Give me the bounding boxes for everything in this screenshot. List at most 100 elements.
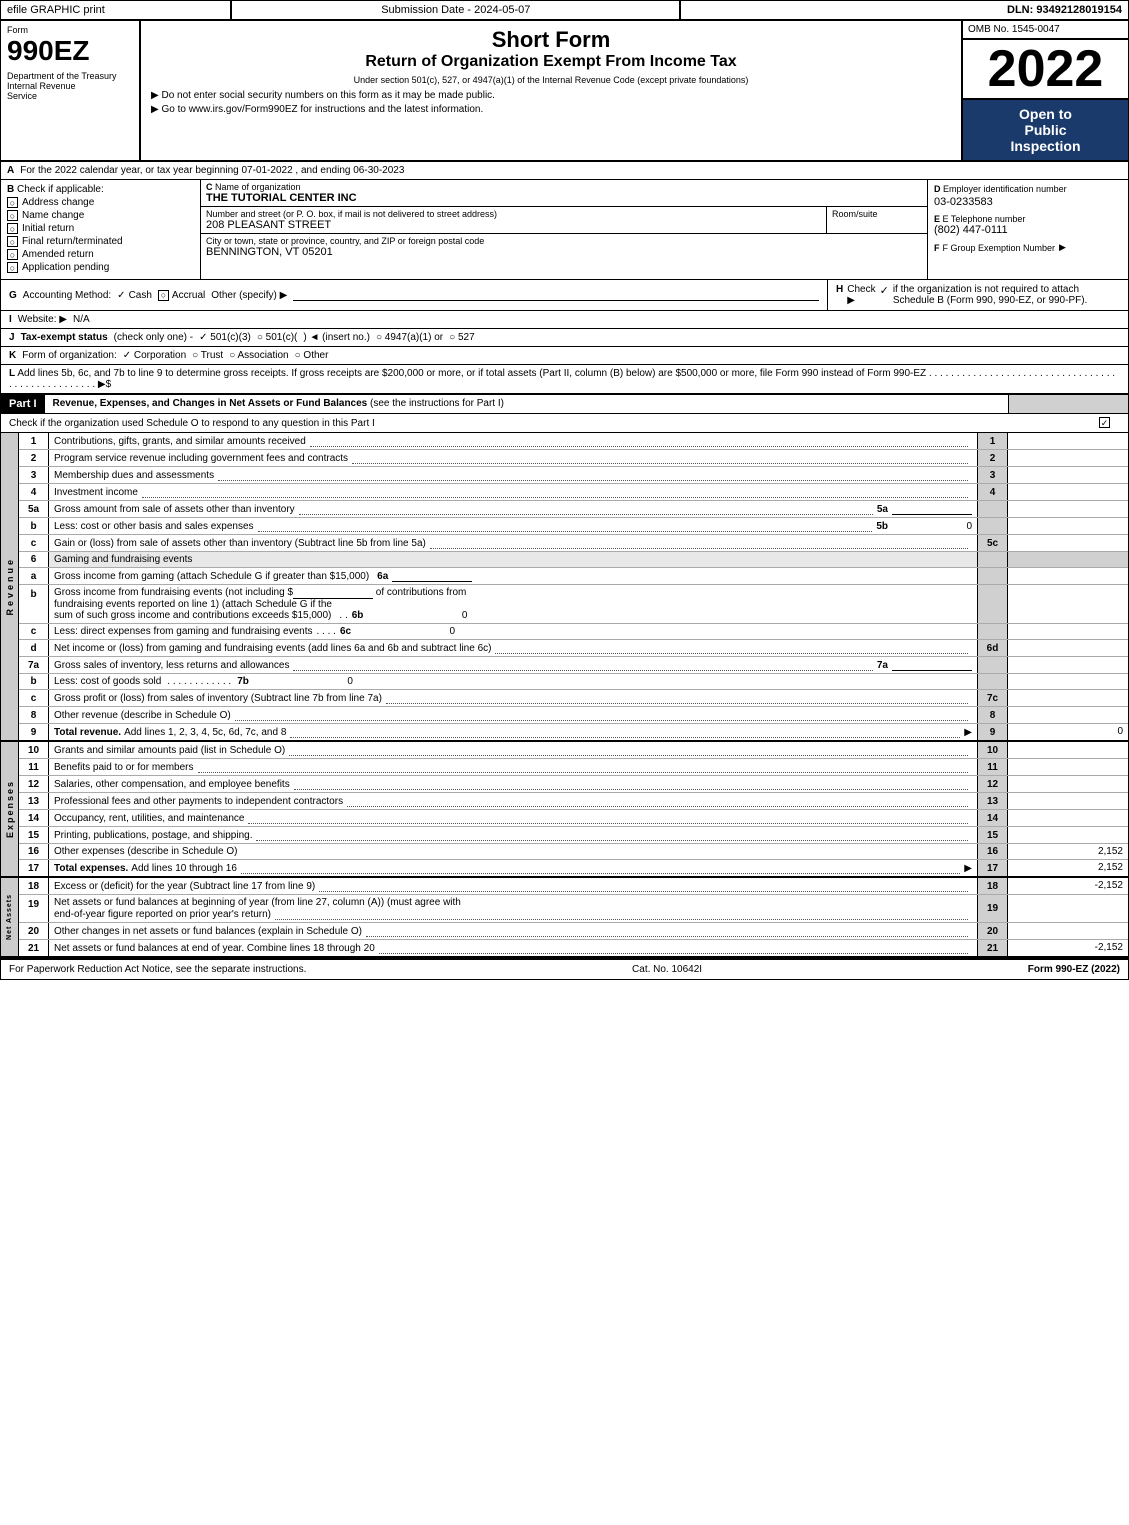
row2-linenum: 2 — [978, 450, 1008, 466]
submission-date: Submission Date - 2024-05-07 — [232, 1, 681, 19]
row1-value — [1008, 433, 1128, 449]
row1-desc: Contributions, gifts, grants, and simila… — [54, 436, 306, 447]
table-row: d Net income or (loss) from gaming and f… — [19, 640, 1128, 657]
row5b-inline-value: 0 — [892, 521, 972, 532]
table-row: 11 Benefits paid to or for members 11 — [19, 759, 1128, 776]
assoc-checkbox[interactable]: ○ Association — [229, 350, 288, 361]
row7c-linenum: 7c — [978, 690, 1008, 706]
org-name: THE TUTORIAL CENTER INC — [206, 192, 922, 204]
row9-linenum: 9 — [978, 724, 1008, 740]
row5c-linenum: 5c — [978, 535, 1008, 551]
table-row: b Gross income from fundraising events (… — [19, 585, 1128, 624]
group-exempt-arrow: ▶ — [1059, 242, 1066, 253]
table-row: 9 Total revenue. Add lines 1, 2, 3, 4, 5… — [19, 724, 1128, 740]
website-value: N/A — [73, 314, 90, 325]
table-row: 15 Printing, publications, postage, and … — [19, 827, 1128, 844]
table-row: 8 Other revenue (describe in Schedule O)… — [19, 707, 1128, 724]
row5a-shaded — [978, 501, 1008, 517]
table-row: a Gross income from gaming (attach Sched… — [19, 568, 1128, 585]
row2-value — [1008, 450, 1128, 466]
final-return-check[interactable]: ○ Final return/terminated — [7, 236, 194, 247]
dln: DLN: 93492128019154 — [681, 1, 1128, 19]
other-checkbox[interactable]: ○ Other — [295, 350, 329, 361]
department-label: Department of the Treasury — [7, 71, 133, 81]
short-form-title: Short Form — [151, 27, 951, 53]
tax-status-label: Tax-exempt status — [21, 332, 108, 343]
row4-desc: Investment income — [54, 487, 138, 498]
section-l-label: L — [9, 368, 15, 379]
row6d-desc: Net income or (loss) from gaming and fun… — [54, 643, 491, 654]
revenue-side-label: Revenue — [1, 433, 19, 740]
row20-value — [1008, 923, 1128, 939]
accrual-label: Accrual — [172, 290, 205, 301]
corp-checkbox[interactable]: ✓ Corporation — [123, 350, 186, 361]
table-row: c Gain or (loss) from sale of assets oth… — [19, 535, 1128, 552]
row18-value: -2,152 — [1008, 878, 1128, 894]
row5b-value-empty — [1008, 518, 1128, 534]
table-row: 5a Gross amount from sale of assets othe… — [19, 501, 1128, 518]
year-label: 2022 — [988, 40, 1104, 98]
amended-return-check[interactable]: ○ Amended return — [7, 249, 194, 260]
row4-value — [1008, 484, 1128, 500]
table-row: 16 Other expenses (describe in Schedule … — [19, 844, 1128, 860]
row11-value — [1008, 759, 1128, 775]
tax-4947[interactable]: ○ 4947(a)(1) or — [376, 332, 443, 343]
row6a-shaded — [978, 568, 1008, 584]
cash-label: Cash — [129, 290, 152, 301]
application-pending-check[interactable]: ○ Application pending — [7, 262, 194, 273]
row6a-desc: Gross income from gaming (attach Schedul… — [54, 571, 369, 582]
h-checkmark: ✓ — [880, 284, 889, 297]
row7a-shaded — [978, 657, 1008, 673]
table-row: b Less: cost of goods sold . . . . . . .… — [19, 674, 1128, 690]
trust-checkbox[interactable]: ○ Trust — [192, 350, 223, 361]
row3-value — [1008, 467, 1128, 483]
row7a-desc: Gross sales of inventory, less returns a… — [54, 660, 289, 671]
schedule-o-checkbox[interactable]: ✓ — [1099, 417, 1110, 429]
part-i-spacer — [1008, 395, 1128, 413]
table-row: 20 Other changes in net assets or fund b… — [19, 923, 1128, 940]
section-a-label: A — [7, 165, 14, 176]
tax-527[interactable]: ○ 527 — [449, 332, 475, 343]
row6-desc: Gaming and fundraising events — [49, 552, 978, 567]
paperwork-label: For Paperwork Reduction Act Notice, see … — [9, 964, 306, 975]
address-change-check[interactable]: ○ Address change — [7, 197, 194, 208]
row6c-value: 0 — [355, 626, 455, 637]
phone-label: E Telephone number — [943, 214, 1026, 224]
row9-desc: Total revenue. — [54, 727, 121, 738]
row7a-value — [1008, 657, 1128, 673]
section-j-label: J — [9, 332, 15, 343]
initial-return-check[interactable]: ○ Initial return — [7, 223, 194, 234]
service-label: Service — [7, 91, 133, 101]
row7c-desc: Gross profit or (loss) from sales of inv… — [54, 693, 382, 704]
form-org-label: Form of organization: — [22, 350, 117, 361]
part-i-label: Part I — [1, 395, 45, 413]
check-label: Check ▶ — [847, 284, 875, 306]
table-row: 3 Membership dues and assessments 3 — [19, 467, 1128, 484]
table-row: 4 Investment income 4 — [19, 484, 1128, 501]
row21-value: -2,152 — [1008, 940, 1128, 956]
table-row: 18 Excess or (deficit) for the year (Sub… — [19, 878, 1128, 895]
bullet2: ▶ Go to www.irs.gov/Form990EZ for instru… — [151, 104, 951, 115]
table-row: 10 Grants and similar amounts paid (list… — [19, 742, 1128, 759]
row6c-shaded — [978, 624, 1008, 639]
city-value: BENNINGTON, VT 05201 — [206, 246, 922, 258]
accrual-checkbox[interactable]: ○ Accrual — [158, 290, 205, 301]
cash-checkbox[interactable]: ✓ Cash — [117, 290, 152, 301]
table-row: 6 Gaming and fundraising events — [19, 552, 1128, 568]
tax-501c3[interactable]: ✓ 501(c)(3) — [199, 332, 251, 343]
row15-value — [1008, 827, 1128, 843]
row6b-desc: Gross income from fundraising events (no… — [54, 587, 972, 599]
website-label: Website: ▶ — [18, 314, 67, 325]
row8-desc: Other revenue (describe in Schedule O) — [54, 710, 231, 721]
row6b-desc3: sum of such gross income and contributio… — [54, 610, 331, 621]
form-ref: Form 990-EZ (2022) — [1028, 964, 1120, 975]
table-row: c Less: direct expenses from gaming and … — [19, 624, 1128, 640]
tax-501c[interactable]: ○ 501(c)( — [257, 332, 298, 343]
row16-value: 2,152 — [1008, 844, 1128, 859]
street-value: 208 PLEASANT STREET — [206, 219, 821, 231]
treasury-label: Internal Revenue — [7, 81, 133, 91]
table-row: 2 Program service revenue including gove… — [19, 450, 1128, 467]
name-change-check[interactable]: ○ Name change — [7, 210, 194, 221]
application-pending-label: Application pending — [22, 262, 109, 273]
table-row: 7a Gross sales of inventory, less return… — [19, 657, 1128, 674]
